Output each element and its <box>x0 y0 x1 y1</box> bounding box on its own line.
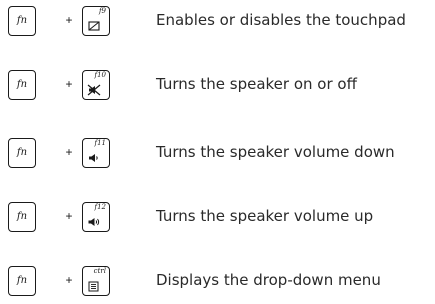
f12-key: f12 <box>82 202 110 232</box>
f12-key-label: f12 <box>94 203 107 211</box>
fn-key: fn <box>8 266 36 296</box>
ctrl-key-label: ctrl <box>93 267 106 275</box>
f9-key: f9 <box>82 6 110 36</box>
shortcut-row-f10: fn + f10 Turns the speaker on or off <box>0 70 435 106</box>
speaker-mute-icon <box>87 84 101 96</box>
shortcut-description: Enables or disables the touchpad <box>156 11 406 29</box>
fn-key-label: fn <box>16 211 28 222</box>
plus-sign: + <box>65 77 73 91</box>
shortcut-row-ctrl: fn + ctrl Displays the drop-down menu <box>0 266 435 302</box>
f10-key: f10 <box>82 70 110 100</box>
plus-sign: + <box>65 13 73 27</box>
fn-key-label: fn <box>16 15 28 26</box>
menu-icon <box>88 281 99 292</box>
shortcut-row-f12: fn + f12 Turns the speaker volume up <box>0 202 435 238</box>
fn-key-label: fn <box>16 79 28 90</box>
plus-sign: + <box>65 145 73 159</box>
volume-up-icon <box>88 218 100 226</box>
shortcut-description: Displays the drop-down menu <box>156 271 381 289</box>
plus-sign: + <box>65 273 73 287</box>
shortcut-row-f11: fn + f11 Turns the speaker volume down <box>0 138 435 174</box>
f11-key-label: f11 <box>94 139 107 147</box>
shortcut-description: Turns the speaker volume down <box>156 143 395 161</box>
fn-key: fn <box>8 70 36 100</box>
fn-key: fn <box>8 202 36 232</box>
plus-sign: + <box>65 209 73 223</box>
f11-key: f11 <box>82 138 110 168</box>
shortcut-description: Turns the speaker volume up <box>156 207 374 225</box>
ctrl-key: ctrl <box>82 266 110 296</box>
fn-key-label: fn <box>16 275 28 286</box>
fn-key: fn <box>8 6 36 36</box>
volume-down-icon <box>89 154 98 162</box>
f9-key-label: f9 <box>98 7 106 15</box>
shortcut-description: Turns the speaker on or off <box>156 75 357 93</box>
shortcut-row-f9: fn + f9 Enables or disables the touchpad <box>0 6 435 42</box>
fn-key: fn <box>8 138 36 168</box>
f10-key-label: f10 <box>94 71 107 79</box>
fn-key-label: fn <box>16 147 28 158</box>
touchpad-icon <box>88 21 100 31</box>
